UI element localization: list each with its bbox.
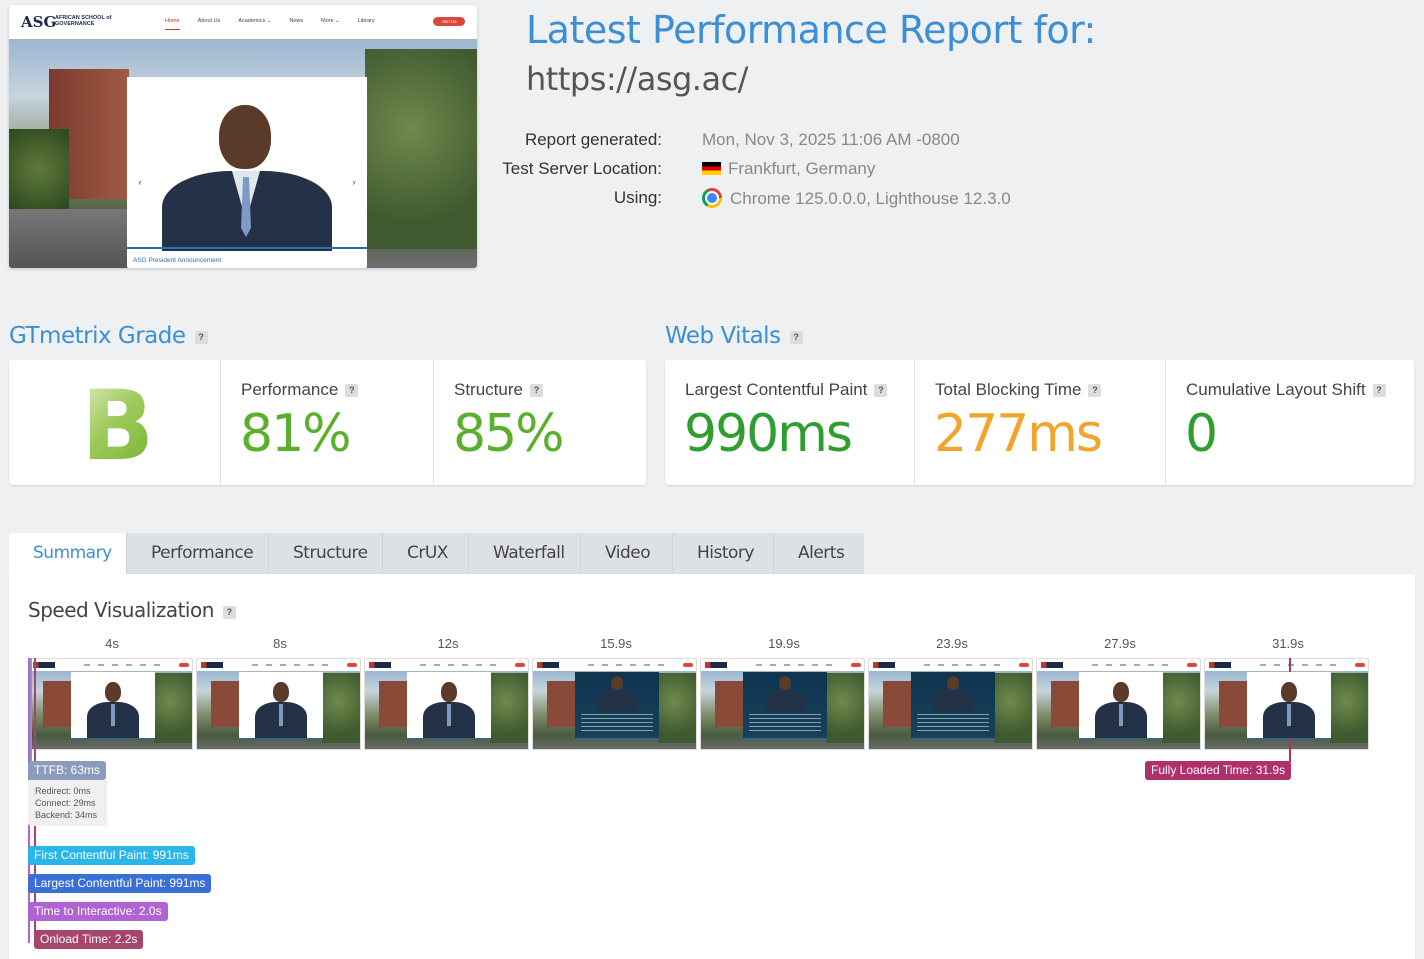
tti-marker: Time to Interactive: 2.0s — [28, 902, 168, 921]
help-icon[interactable]: ? — [874, 384, 888, 397]
cls-value: 0 — [1185, 404, 1218, 464]
onload-marker: Onload Time: 2.2s — [34, 930, 144, 949]
web-vitals-panel: Largest Contentful Paint? 990ms Total Bl… — [665, 360, 1414, 485]
meta-server-location: Test Server Location: Frankfurt, Germany — [502, 159, 876, 178]
chrome-icon — [702, 188, 722, 208]
lcp-marker: Largest Contentful Paint: 991ms — [28, 874, 212, 893]
speed-visualization-heading: Speed Visualization? — [28, 598, 236, 622]
ttfb-marker: TTFB: 63ms — [28, 761, 107, 780]
help-icon[interactable]: ? — [222, 606, 236, 619]
preview-navbar: ASG AFRICAN SCHOOL of GOVERNANCE Home Ab… — [9, 5, 477, 39]
preview-announcement-card: ASG President Announcement — [127, 77, 367, 268]
preview-next-icon: › — [347, 175, 361, 189]
filmstrip-frame[interactable] — [532, 658, 697, 750]
grade-letter: B — [81, 370, 155, 482]
report-url[interactable]: https://asg.ac/ — [526, 60, 748, 98]
filmstrip-frame[interactable] — [196, 658, 361, 750]
grade-panel: B Performance? 81% Structure? 85% — [9, 360, 646, 485]
tab-history[interactable]: History — [673, 533, 774, 574]
help-icon[interactable]: ? — [1372, 384, 1386, 397]
preview-hero-image: ASG President Announcement ‹ › — [9, 39, 477, 268]
performance-cell: Performance? 81% — [221, 360, 434, 485]
lcp-cell: Largest Contentful Paint? 990ms — [665, 360, 915, 485]
preview-prev-icon: ‹ — [133, 175, 147, 189]
grade-cell: B — [9, 360, 221, 485]
summary-panel: Speed Visualization? 4s 8s 12s 15.9s 19.… — [9, 574, 1415, 959]
web-vitals-heading: Web Vitals? — [665, 323, 803, 349]
filmstrip-frame[interactable] — [868, 658, 1033, 750]
help-icon[interactable]: ? — [194, 331, 208, 344]
lcp-value: 990ms — [684, 404, 853, 464]
frame-time-label: 27.9s — [1104, 636, 1136, 651]
gtmetrix-grade-heading: GTmetrix Grade? — [9, 323, 208, 349]
flag-de-icon — [702, 162, 721, 175]
ttfb-marker-line — [30, 658, 32, 770]
help-icon[interactable]: ? — [529, 384, 543, 397]
report-title: Latest Performance Report for: — [526, 8, 1096, 52]
filmstrip-frame[interactable] — [700, 658, 865, 750]
help-icon[interactable]: ? — [345, 384, 359, 397]
help-icon[interactable]: ? — [789, 331, 803, 344]
fcp-marker: First Contentful Paint: 991ms — [28, 846, 195, 865]
meta-report-generated: Report generated: Mon, Nov 3, 2025 11:06… — [524, 130, 960, 149]
structure-cell: Structure? 85% — [453, 380, 565, 464]
frame-time-label: 31.9s — [1272, 636, 1304, 651]
tab-performance[interactable]: Performance — [127, 533, 269, 574]
frame-time-label: 19.9s — [768, 636, 800, 651]
cls-cell: Cumulative Layout Shift? 0 — [1166, 360, 1414, 485]
meta-using: Using: Chrome 125.0.0.0, Lighthouse 12.3… — [613, 188, 1011, 208]
tab-alerts[interactable]: Alerts — [774, 533, 864, 574]
frame-time-label: 23.9s — [936, 636, 968, 651]
tbt-cell: Total Blocking Time? 277ms — [915, 360, 1166, 485]
preview-caption: ASG President Announcement — [127, 247, 367, 268]
filmstrip-frame[interactable] — [1036, 658, 1201, 750]
filmstrip-frame[interactable] — [28, 658, 193, 750]
help-icon[interactable]: ? — [1088, 384, 1102, 397]
report-tabs: Summary Performance Structure CrUX Water… — [9, 533, 864, 574]
tab-waterfall[interactable]: Waterfall — [469, 533, 581, 574]
preview-menu: Home About Us Academics ⌄ News More ⌄ Li… — [165, 18, 375, 30]
structure-score: 85% — [453, 404, 565, 464]
tab-structure[interactable]: Structure — [269, 533, 383, 574]
frame-time-label: 15.9s — [600, 636, 632, 651]
frame-time-label: 4s — [105, 636, 119, 651]
frame-time-label: 8s — [273, 636, 287, 651]
tab-crux[interactable]: CrUX — [383, 533, 469, 574]
fully-loaded-marker: Fully Loaded Time: 31.9s — [1145, 761, 1292, 780]
performance-score: 81% — [240, 404, 352, 464]
preview-join-button: Join Us — [433, 17, 465, 26]
tab-video[interactable]: Video — [581, 533, 673, 574]
filmstrip-frame[interactable] — [364, 658, 529, 750]
page-preview-thumbnail: ASG AFRICAN SCHOOL of GOVERNANCE Home Ab… — [9, 5, 477, 268]
ttfb-breakdown: Redirect: 0ms Connect: 29ms Backend: 34m… — [28, 780, 107, 826]
report-meta: Report generated: Mon, Nov 3, 2025 11:06… — [480, 130, 1180, 217]
preview-logo: ASG AFRICAN SCHOOL of GOVERNANCE — [16, 10, 112, 31]
filmstrip-frame[interactable] — [1204, 658, 1369, 750]
tab-summary[interactable]: Summary — [9, 533, 127, 574]
frame-time-label: 12s — [437, 636, 459, 651]
tbt-value: 277ms — [934, 404, 1103, 464]
